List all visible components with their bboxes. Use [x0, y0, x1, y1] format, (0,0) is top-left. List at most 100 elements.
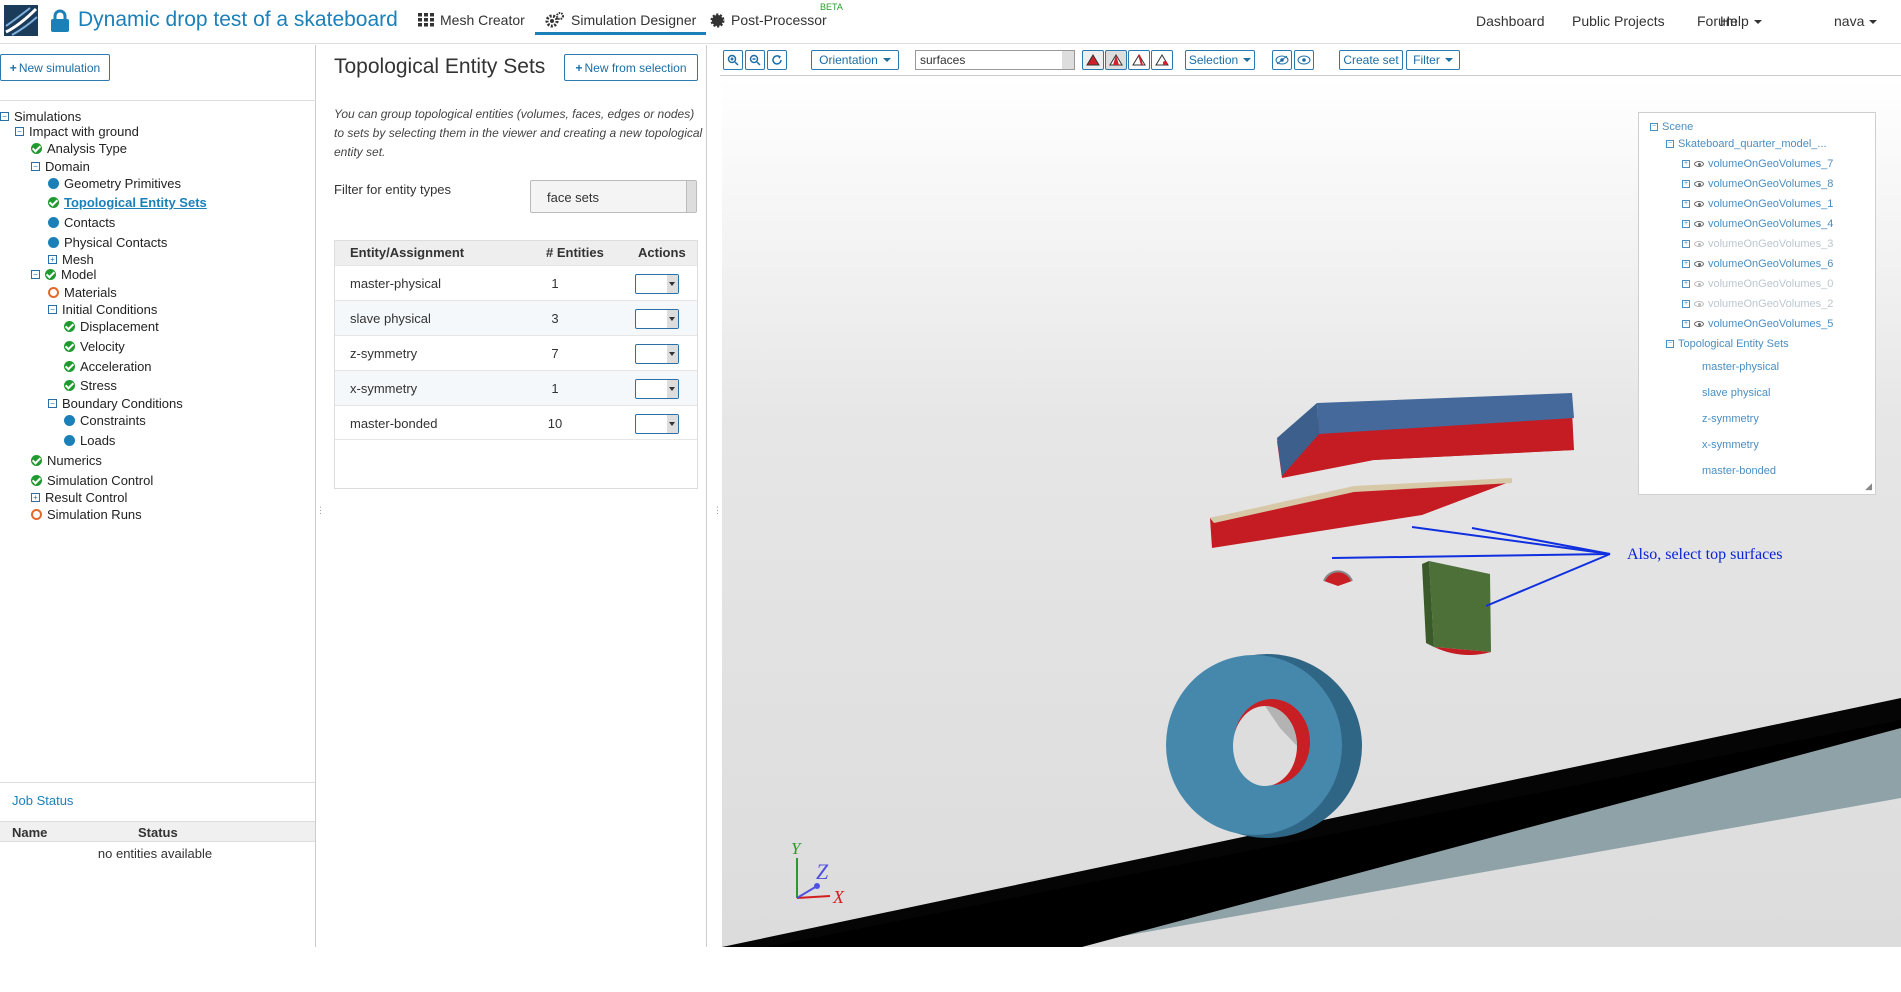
expand-icon[interactable]: + [1682, 240, 1690, 248]
scene-volume-item[interactable]: + volumeOnGeoVolumes_1 [1682, 198, 1833, 210]
table-row[interactable]: master-physical 1 [335, 265, 697, 300]
tree-node-simulation-runs[interactable]: Simulation Runs [31, 507, 142, 522]
collapse-icon[interactable]: − [48, 399, 57, 408]
select-nodes-button[interactable] [1151, 50, 1173, 70]
table-row[interactable]: z-symmetry 7 [335, 335, 697, 370]
eye-icon[interactable] [1694, 321, 1704, 327]
scene-volume-item[interactable]: + volumeOnGeoVolumes_8 [1682, 178, 1833, 190]
eye-icon[interactable] [1694, 301, 1704, 307]
eye-icon[interactable] [1694, 181, 1704, 187]
row-actions-dropdown[interactable] [635, 379, 679, 399]
scene-set-item[interactable]: master-bonded [1702, 465, 1776, 477]
create-set-button[interactable]: Create set [1339, 50, 1403, 70]
zoom-out-button[interactable] [745, 50, 765, 70]
eye-icon[interactable] [1694, 281, 1704, 287]
expand-icon[interactable]: + [1682, 180, 1690, 188]
row-actions-dropdown[interactable] [635, 309, 679, 329]
tree-node-numerics[interactable]: Numerics [31, 453, 102, 468]
nav-dashboard[interactable]: Dashboard [1476, 13, 1545, 29]
tree-node-result-control[interactable]: + Result Control [31, 490, 127, 505]
scene-volume-item[interactable]: + volumeOnGeoVolumes_2 [1682, 298, 1833, 310]
tree-node-loads[interactable]: Loads [64, 433, 115, 448]
expand-icon[interactable]: + [1682, 320, 1690, 328]
table-row[interactable]: x-symmetry 1 [335, 370, 697, 405]
tree-node-mesh[interactable]: + Mesh [48, 252, 94, 267]
row-actions-dropdown[interactable] [635, 344, 679, 364]
tree-node-contacts[interactable]: Contacts [48, 215, 115, 230]
tree-node-initial-conditions[interactable]: − Initial Conditions [48, 302, 157, 317]
tree-node-stress[interactable]: Stress [64, 378, 117, 393]
project-title[interactable]: Dynamic drop test of a skateboard [78, 8, 398, 32]
table-row[interactable]: master-bonded 10 [335, 405, 697, 440]
scene-set-item[interactable]: x-symmetry [1702, 439, 1759, 451]
entity-type-filter-select[interactable]: face sets [530, 180, 697, 213]
user-menu[interactable]: nava [1834, 13, 1878, 29]
collapse-icon[interactable]: − [1650, 123, 1658, 131]
tree-node-simulation-control[interactable]: Simulation Control [31, 473, 153, 488]
scene-set-item[interactable]: z-symmetry [1702, 413, 1759, 425]
tree-node-velocity[interactable]: Velocity [64, 339, 125, 354]
expand-icon[interactable]: + [31, 493, 40, 502]
tree-node-acceleration[interactable]: Acceleration [64, 359, 152, 374]
select-faces-button[interactable] [1105, 50, 1127, 70]
tree-node-domain[interactable]: − Domain [31, 159, 90, 174]
table-row[interactable]: slave physical 3 [335, 300, 697, 335]
tree-node-physical-contacts[interactable]: Physical Contacts [48, 235, 167, 250]
select-edges-button[interactable] [1128, 50, 1150, 70]
row-actions-dropdown[interactable] [635, 414, 679, 434]
scene-root[interactable]: − Scene [1650, 121, 1693, 133]
collapse-icon[interactable]: − [0, 112, 9, 121]
eye-icon[interactable] [1694, 201, 1704, 207]
collapse-icon[interactable]: − [15, 127, 24, 136]
collapse-icon[interactable]: − [31, 162, 40, 171]
collapse-icon[interactable]: − [1666, 340, 1674, 348]
collapse-icon[interactable]: − [1666, 140, 1674, 148]
3d-canvas[interactable]: Also, select top surfaces Y Z X − Scene −… [722, 78, 1901, 947]
scene-volume-item[interactable]: + volumeOnGeoVolumes_4 [1682, 218, 1833, 230]
expand-icon[interactable]: + [1682, 200, 1690, 208]
scene-volume-item[interactable]: + volumeOnGeoVolumes_5 [1682, 318, 1833, 330]
render-mode-select[interactable]: surfaces [915, 50, 1075, 70]
reset-view-button[interactable] [767, 50, 787, 70]
scene-volume-item[interactable]: + volumeOnGeoVolumes_7 [1682, 158, 1833, 170]
expand-icon[interactable]: + [1682, 160, 1690, 168]
row-actions-dropdown[interactable] [635, 274, 679, 294]
eye-icon[interactable] [1694, 261, 1704, 267]
expand-icon[interactable]: + [48, 255, 57, 264]
expand-icon[interactable]: + [1682, 280, 1690, 288]
scene-volume-item[interactable]: + volumeOnGeoVolumes_3 [1682, 238, 1833, 250]
eye-icon[interactable] [1694, 221, 1704, 227]
tree-node-simulations[interactable]: − Simulations [0, 109, 81, 124]
scene-set-item[interactable]: slave physical [1702, 387, 1770, 399]
left-splitter[interactable]: ⋮ [316, 505, 325, 515]
eye-icon[interactable] [1694, 161, 1704, 167]
tree-node-geometry-primitives[interactable]: Geometry Primitives [48, 176, 181, 191]
collapse-icon[interactable]: − [48, 305, 57, 314]
new-from-selection-button[interactable]: + New from selection [564, 54, 698, 81]
zoom-in-button[interactable] [723, 50, 743, 70]
tree-node-displacement[interactable]: Displacement [64, 319, 159, 334]
eye-icon[interactable] [1694, 241, 1704, 247]
tree-node-topological-entity-sets[interactable]: Topological Entity Sets [48, 195, 207, 210]
nav-help[interactable]: Help [1720, 13, 1762, 29]
app-logo-icon[interactable] [4, 5, 38, 36]
scene-volume-item[interactable]: + volumeOnGeoVolumes_6 [1682, 258, 1833, 270]
tree-node-constraints[interactable]: Constraints [64, 413, 146, 428]
middle-splitter[interactable]: ⋮ [713, 505, 722, 515]
collapse-icon[interactable]: − [31, 270, 40, 279]
resize-handle-icon[interactable]: ◢ [1865, 481, 1872, 492]
show-all-button[interactable] [1294, 50, 1314, 70]
nav-public-projects[interactable]: Public Projects [1572, 13, 1665, 29]
tree-node-model[interactable]: − Model [31, 267, 96, 282]
expand-icon[interactable]: + [1682, 300, 1690, 308]
nav-mesh-creator[interactable]: Mesh Creator [418, 12, 525, 28]
hide-selection-button[interactable] [1272, 50, 1292, 70]
tree-node-boundary-conditions[interactable]: − Boundary Conditions [48, 396, 183, 411]
selection-dropdown[interactable]: Selection [1185, 50, 1255, 70]
select-volumes-button[interactable] [1082, 50, 1104, 70]
filter-dropdown[interactable]: Filter [1406, 50, 1460, 70]
scene-volume-item[interactable]: + volumeOnGeoVolumes_0 [1682, 278, 1833, 290]
nav-post-processor[interactable]: Post-Processor [710, 12, 827, 28]
scene-sets-node[interactable]: − Topological Entity Sets [1666, 338, 1789, 350]
new-simulation-button[interactable]: + New simulation [0, 54, 110, 81]
